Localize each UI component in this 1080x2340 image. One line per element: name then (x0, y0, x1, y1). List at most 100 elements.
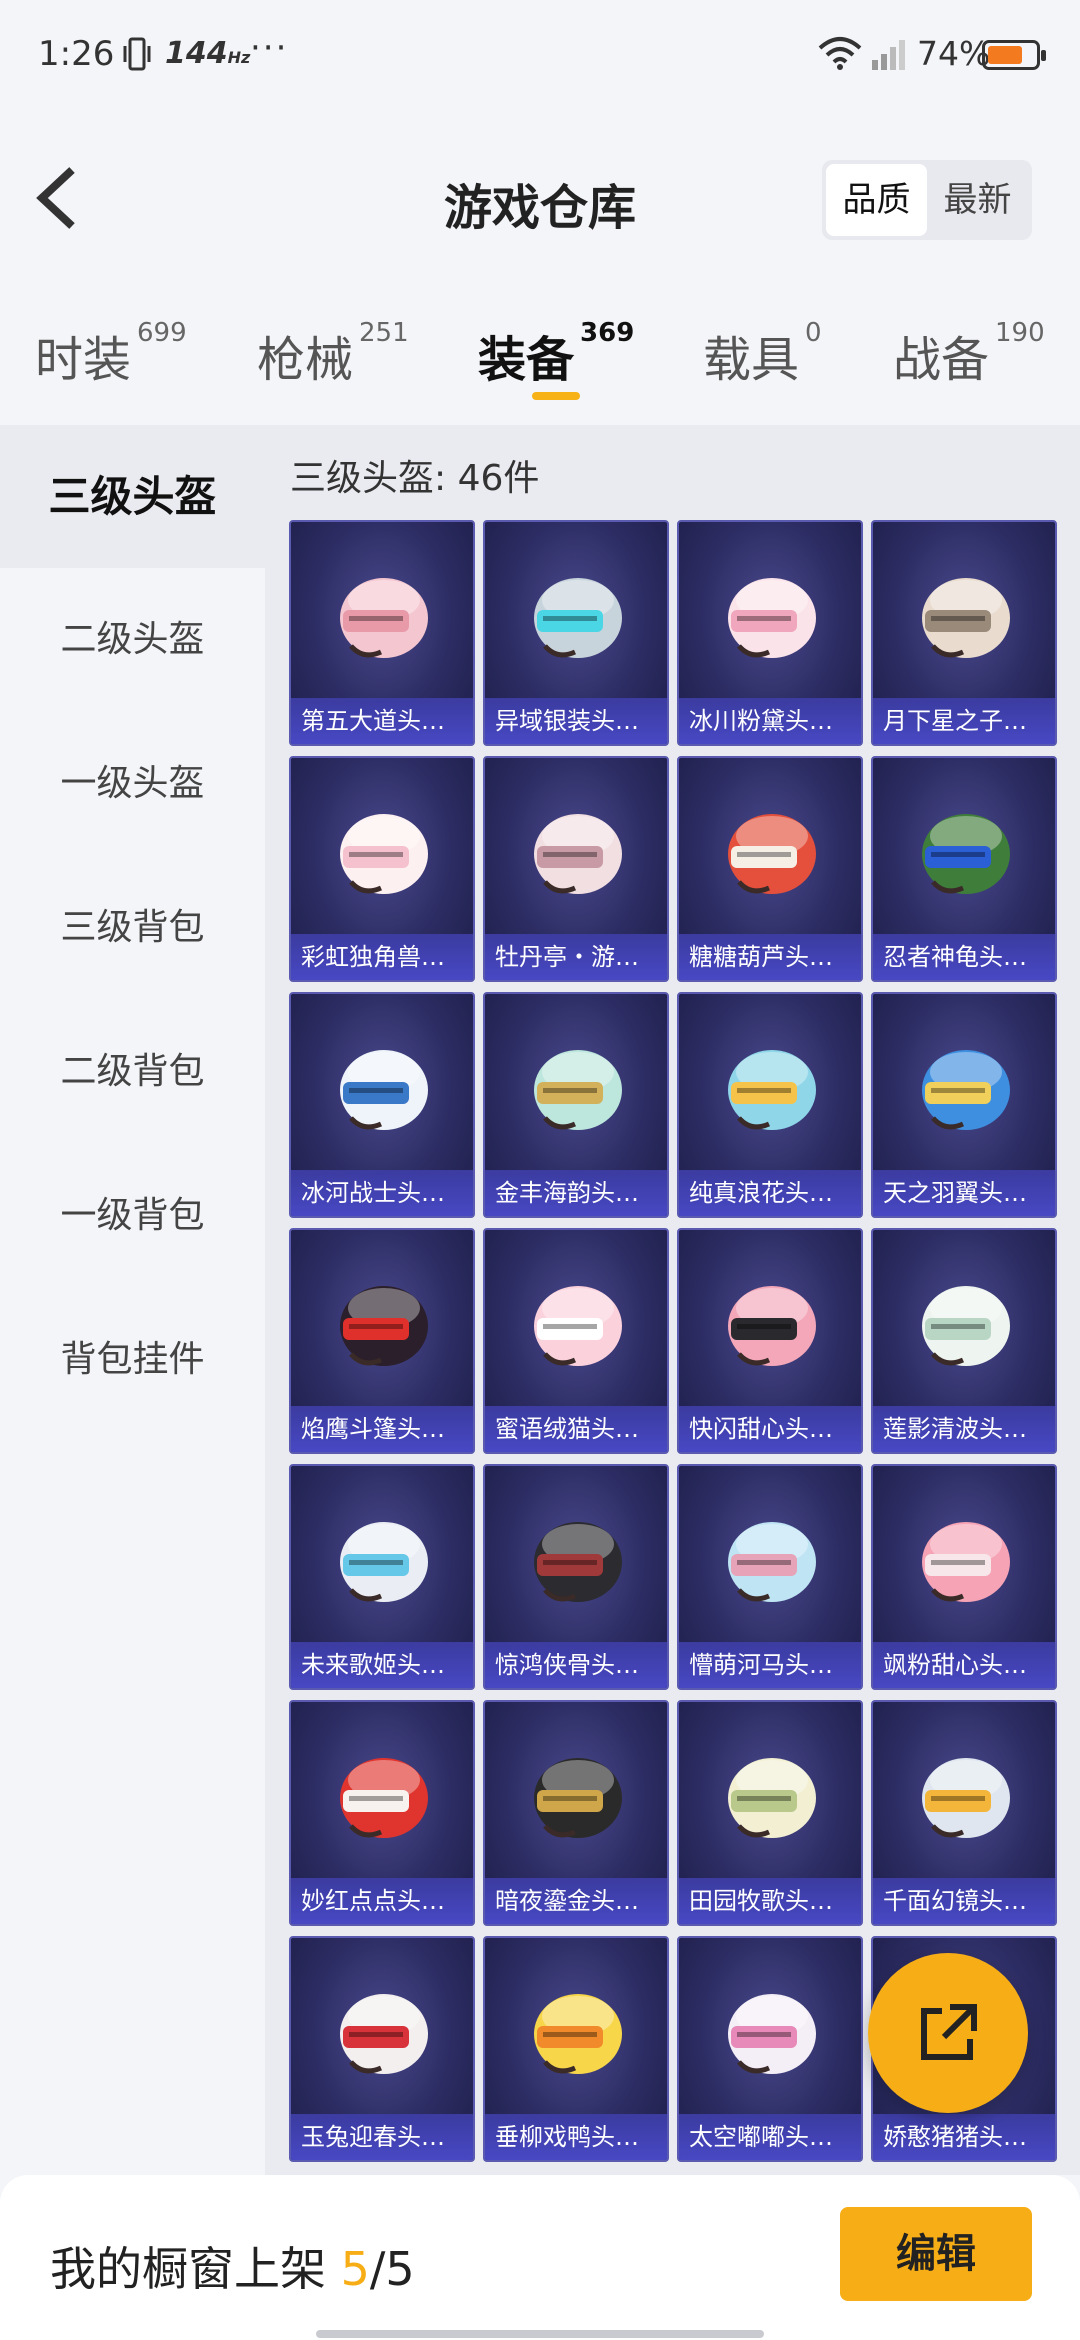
sidebar-item-level3-backpack[interactable]: 三级背包 (0, 856, 265, 999)
item-card[interactable]: 焰鹰斗篷头盔... (289, 1228, 475, 1454)
sidebar-item-level2-backpack[interactable]: 二级背包 (0, 1000, 265, 1143)
item-card[interactable]: 彩虹独角兽头... (289, 756, 475, 982)
helmet-icon (922, 1522, 1010, 1602)
status-time: 1:26 (38, 34, 115, 74)
item-card[interactable]: 未来歌姬头盔... (289, 1464, 475, 1690)
sort-toggle: 品质 最新 (822, 160, 1032, 240)
sidebar-item-level1-helmet[interactable]: 一级头盔 (0, 712, 265, 855)
sort-option-quality[interactable]: 品质 (826, 164, 927, 236)
share-button[interactable] (868, 1953, 1028, 2113)
item-card[interactable]: 惊鸿侠骨头盔... (483, 1464, 669, 1690)
share-icon (921, 2004, 977, 2060)
item-name: 第五大道头盔... (291, 698, 473, 744)
item-card[interactable]: 垂柳戏鸭头盔... (483, 1936, 669, 2162)
helmet-icon (534, 1522, 622, 1602)
item-name: 垂柳戏鸭头盔... (485, 2114, 667, 2160)
helmet-icon (534, 1758, 622, 1838)
helmet-icon (340, 1286, 428, 1366)
item-name: 莲影清波头盔... (873, 1406, 1055, 1452)
battery-icon (982, 40, 1046, 70)
item-card[interactable]: 田园牧歌头盔... (677, 1700, 863, 1926)
helmet-icon (728, 1522, 816, 1602)
tab-fashion[interactable]: 时装 699 (35, 318, 187, 390)
helmet-icon (922, 1286, 1010, 1366)
helmet-icon (728, 1050, 816, 1130)
tab-vehicles[interactable]: 载具 0 (703, 318, 822, 390)
item-card[interactable]: 妙红点点头盔... (289, 1700, 475, 1926)
item-card[interactable]: 千面幻镜头盔... (871, 1700, 1057, 1926)
helmet-icon (534, 1994, 622, 2074)
helmet-icon (340, 1522, 428, 1602)
item-name: 纯真浪花头盔... (679, 1170, 861, 1216)
helmet-icon (340, 814, 428, 894)
item-name: 太空嘟嘟头盔... (679, 2114, 861, 2160)
item-card[interactable]: 冰川粉黛头盔... (677, 520, 863, 746)
helmet-icon (340, 1050, 428, 1130)
helmet-icon (728, 1286, 816, 1366)
showcase-label: 我的橱窗上架 (50, 2242, 326, 2296)
item-name: 惊鸿侠骨头盔... (485, 1642, 667, 1688)
helmet-icon (922, 814, 1010, 894)
more-dots-icon: ··· (250, 28, 289, 68)
wifi-icon (818, 37, 862, 70)
item-card[interactable]: 金丰海韵头盔... (483, 992, 669, 1218)
item-name: 月下星之子头... (873, 698, 1055, 744)
sidebar-item-level1-backpack[interactable]: 一级背包 (0, 1144, 265, 1287)
tab-weapons[interactable]: 枪械 251 (257, 318, 409, 390)
item-card[interactable]: 忍者神龟头盔... (871, 756, 1057, 982)
item-name: 焰鹰斗篷头盔... (291, 1406, 473, 1452)
item-card[interactable]: 玉兔迎春头盔... (289, 1936, 475, 2162)
status-bar: 1:26 144Hz ··· 74% (0, 0, 1080, 110)
signal-icon (872, 40, 905, 70)
item-name: 懵萌河马头盔... (679, 1642, 861, 1688)
battery-percent: 74% (917, 34, 991, 73)
tab-supplies[interactable]: 战备 190 (893, 318, 1045, 390)
sidebar-item-level3-helmet[interactable]: 三级头盔 (0, 425, 265, 568)
item-card[interactable]: 月下星之子头... (871, 520, 1057, 746)
home-indicator[interactable] (316, 2330, 764, 2338)
item-card[interactable]: 纯真浪花头盔... (677, 992, 863, 1218)
sidebar-item-backpack-charm[interactable]: 背包挂件 (0, 1288, 265, 1431)
item-card[interactable]: 快闪甜心头盔... (677, 1228, 863, 1454)
item-name: 蜜语绒猫头盔... (485, 1406, 667, 1452)
helmet-icon (340, 578, 428, 658)
vibrate-icon (123, 37, 151, 71)
sidebar: 三级头盔 二级头盔 一级头盔 三级背包 二级背包 一级背包 背包挂件 (0, 425, 265, 2175)
item-card[interactable]: 懵萌河马头盔... (677, 1464, 863, 1690)
item-name: 飒粉甜心头盔... (873, 1642, 1055, 1688)
item-card[interactable]: 牡丹亭・游园... (483, 756, 669, 982)
helmet-icon (728, 578, 816, 658)
item-card[interactable]: 第五大道头盔... (289, 520, 475, 746)
bottom-bar: 我的橱窗上架 5/5 编辑 (0, 2175, 1080, 2340)
item-name: 娇憨猪猪头盔... (873, 2114, 1055, 2160)
section-title: 三级头盔: 46件 (290, 458, 540, 499)
sidebar-item-level2-helmet[interactable]: 二级头盔 (0, 568, 265, 711)
item-name: 彩虹独角兽头... (291, 934, 473, 980)
item-name: 暗夜鎏金头盔... (485, 1878, 667, 1924)
item-name: 玉兔迎春头盔... (291, 2114, 473, 2160)
helmet-icon (534, 1286, 622, 1366)
item-card[interactable]: 异域银装头盔... (483, 520, 669, 746)
showcase-status: 我的橱窗上架 5/5 (50, 2233, 415, 2299)
item-name: 冰川粉黛头盔... (679, 698, 861, 744)
item-name: 异域银装头盔... (485, 698, 667, 744)
item-card[interactable]: 蜜语绒猫头盔... (483, 1228, 669, 1454)
item-name: 天之羽翼头盔... (873, 1170, 1055, 1216)
item-card[interactable]: 糖糖葫芦头盔... (677, 756, 863, 982)
tab-equipment[interactable]: 装备 369 (478, 318, 634, 390)
helmet-icon (534, 814, 622, 894)
battery-fill (988, 46, 1022, 64)
helmet-icon (728, 814, 816, 894)
active-tab-indicator (532, 392, 580, 400)
showcase-total: 5 (385, 2242, 415, 2296)
helmet-icon (534, 1050, 622, 1130)
item-card[interactable]: 飒粉甜心头盔... (871, 1464, 1057, 1690)
item-card[interactable]: 冰河战士头盔... (289, 992, 475, 1218)
item-card[interactable]: 天之羽翼头盔... (871, 992, 1057, 1218)
item-card[interactable]: 太空嘟嘟头盔... (677, 1936, 863, 2162)
item-card[interactable]: 莲影清波头盔... (871, 1228, 1057, 1454)
edit-button[interactable]: 编辑 (840, 2207, 1032, 2301)
helmet-icon (340, 1994, 428, 2074)
item-card[interactable]: 暗夜鎏金头盔... (483, 1700, 669, 1926)
sort-option-newest[interactable]: 最新 (927, 164, 1028, 236)
